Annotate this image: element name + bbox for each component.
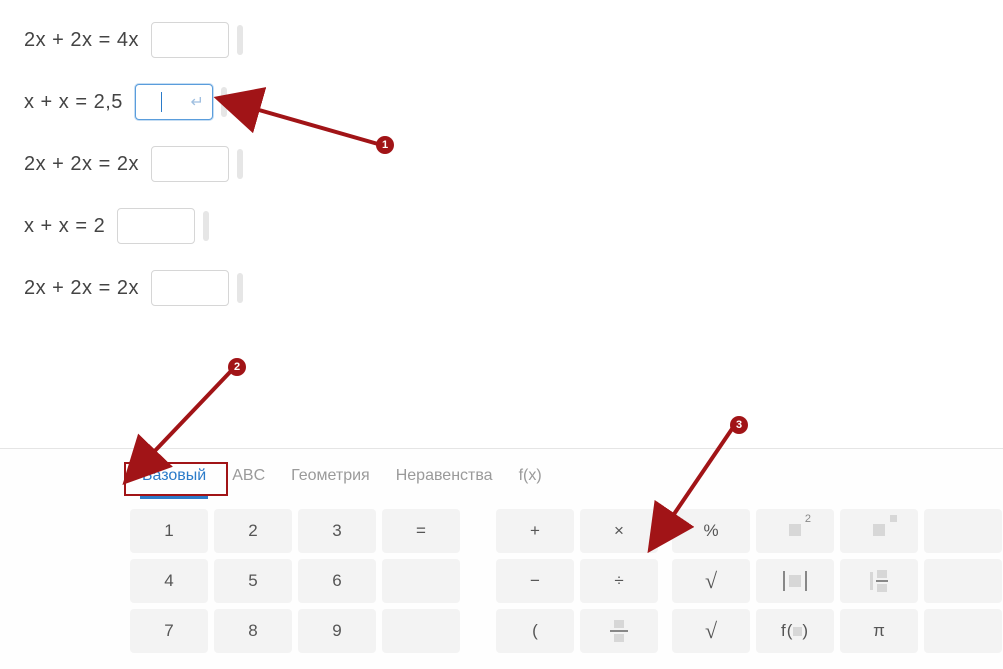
key-fraction[interactable] <box>580 609 658 653</box>
key-times[interactable]: × <box>580 509 658 553</box>
tab-inequalities[interactable]: Неравенства <box>394 461 495 497</box>
key-3[interactable]: 3 <box>298 509 376 553</box>
answer-input[interactable] <box>117 208 195 244</box>
key-1[interactable]: 1 <box>130 509 208 553</box>
key-mixed-fraction[interactable] <box>840 559 918 603</box>
key-7[interactable]: 7 <box>130 609 208 653</box>
mixed-fraction-icon <box>870 570 888 592</box>
key-2[interactable]: 2 <box>214 509 292 553</box>
key-blank[interactable] <box>382 609 460 653</box>
equation-row: x + x = 2,5 ↵ <box>24 80 979 124</box>
drag-handle[interactable] <box>237 149 243 179</box>
key-blank[interactable] <box>924 559 1002 603</box>
power-n-icon <box>873 521 885 541</box>
key-group-digits: 1 2 3 = 4 5 6 7 8 9 <box>130 509 460 653</box>
function-label: f() <box>781 621 809 641</box>
key-9[interactable]: 9 <box>298 609 376 653</box>
equation-row: 2x + 2x = 4x <box>24 18 979 62</box>
key-lparen[interactable]: ( <box>496 609 574 653</box>
equation-text: 2x + 2x = 4x <box>24 29 139 52</box>
equation-text: x + x = 2 <box>24 215 105 238</box>
tab-basic[interactable]: Базовый <box>140 461 208 497</box>
equation-row: 2x + 2x = 2x <box>24 266 979 310</box>
drag-handle[interactable] <box>237 273 243 303</box>
keyboard-panel: Базовый ABC Геометрия Неравенства f(x) 1… <box>0 448 1003 669</box>
key-6[interactable]: 6 <box>298 559 376 603</box>
key-power-n[interactable] <box>840 509 918 553</box>
equation-row: x + x = 2 <box>24 204 979 248</box>
key-blank[interactable] <box>924 609 1002 653</box>
equation-area: 2x + 2x = 4x x + x = 2,5 ↵ 2x + 2x = 2x … <box>0 0 1003 310</box>
annotation-badge-1: 1 <box>376 136 394 154</box>
answer-input-focused[interactable]: ↵ <box>135 84 213 120</box>
key-4[interactable]: 4 <box>130 559 208 603</box>
equation-text: 2x + 2x = 2x <box>24 153 139 176</box>
key-pi[interactable]: π <box>840 609 918 653</box>
key-sqrt[interactable]: √ <box>672 559 750 603</box>
tab-abc[interactable]: ABC <box>230 461 267 497</box>
drag-handle[interactable] <box>221 87 227 117</box>
key-grid: 1 2 3 = 4 5 6 7 8 9 + × − ÷ ( <box>0 499 1003 669</box>
annotation-badge-2: 2 <box>228 358 246 376</box>
drag-handle[interactable] <box>237 25 243 55</box>
key-power[interactable]: 2 <box>756 509 834 553</box>
tab-fx[interactable]: f(x) <box>517 461 544 497</box>
key-percent[interactable]: % <box>672 509 750 553</box>
annotation-badge-3: 3 <box>730 416 748 434</box>
enter-icon: ↵ <box>190 92 203 112</box>
text-cursor <box>161 92 162 112</box>
key-blank[interactable] <box>382 559 460 603</box>
key-8[interactable]: 8 <box>214 609 292 653</box>
key-function[interactable]: f() <box>756 609 834 653</box>
key-minus[interactable]: − <box>496 559 574 603</box>
equation-text: x + x = 2,5 <box>24 91 123 114</box>
abs-icon <box>783 571 807 591</box>
power-icon: 2 <box>789 521 801 541</box>
tab-geometry[interactable]: Геометрия <box>289 461 372 497</box>
key-nthroot[interactable]: √ <box>672 609 750 653</box>
equation-text: 2x + 2x = 2x <box>24 277 139 300</box>
key-group-adv: % 2 √ <box>672 509 1002 653</box>
annotation-arrow-2 <box>150 370 232 456</box>
key-group-ops: + × − ÷ ( <box>496 509 658 653</box>
keyboard-tabs: Базовый ABC Геометрия Неравенства f(x) <box>0 459 1003 499</box>
equation-row: 2x + 2x = 2x <box>24 142 979 186</box>
answer-input[interactable] <box>151 22 229 58</box>
answer-input[interactable] <box>151 146 229 182</box>
fraction-icon <box>610 620 628 642</box>
key-divide[interactable]: ÷ <box>580 559 658 603</box>
key-5[interactable]: 5 <box>214 559 292 603</box>
nthroot-icon: √ <box>705 618 717 644</box>
key-blank[interactable] <box>924 509 1002 553</box>
key-abs[interactable] <box>756 559 834 603</box>
sqrt-icon: √ <box>705 568 717 594</box>
drag-handle[interactable] <box>203 211 209 241</box>
key-plus[interactable]: + <box>496 509 574 553</box>
answer-input[interactable] <box>151 270 229 306</box>
key-equals[interactable]: = <box>382 509 460 553</box>
